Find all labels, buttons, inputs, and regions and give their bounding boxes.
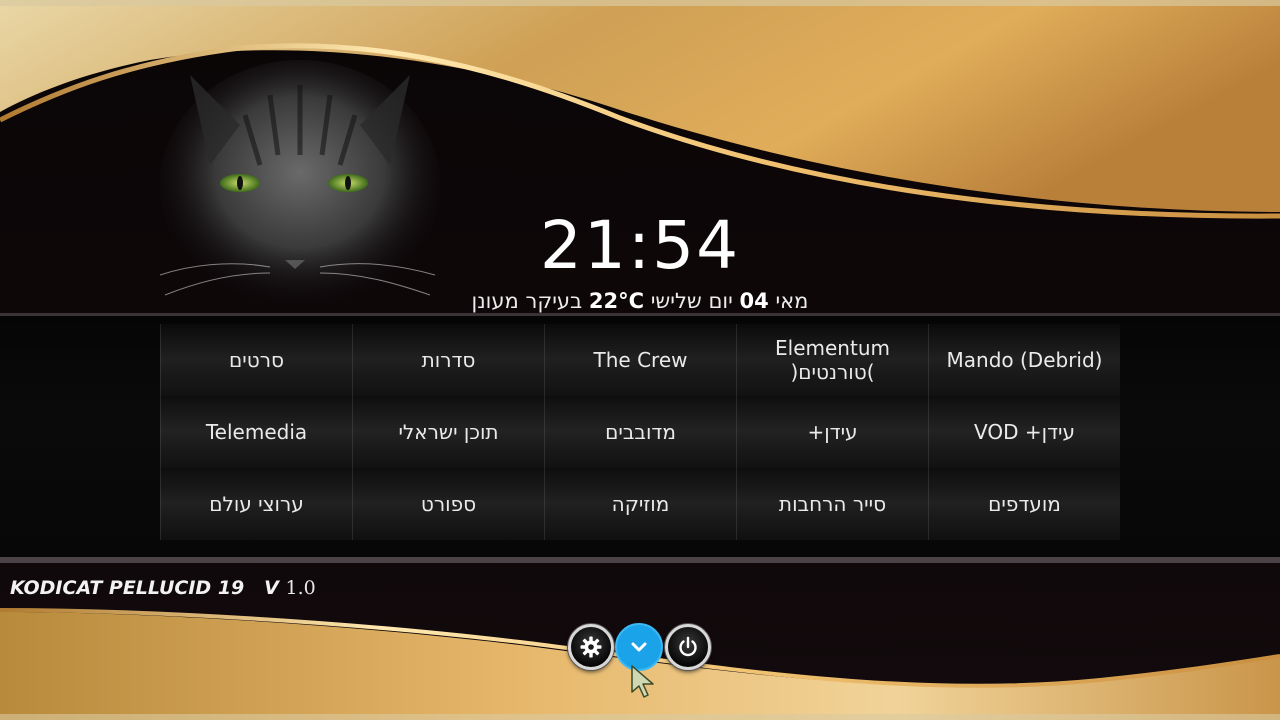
date-weekday: יום שלישי bbox=[650, 289, 733, 313]
date-month: מאי bbox=[775, 289, 809, 313]
clock: 21:54 bbox=[539, 207, 741, 284]
brand-version: 1.0 bbox=[285, 577, 316, 599]
menu-item-elementum[interactable]: Elementum (טורנטים) bbox=[736, 324, 928, 396]
weather-condition: בעיקר מעונן bbox=[471, 289, 583, 313]
menu-item-dubbed[interactable]: מדובבים bbox=[544, 396, 736, 468]
skin-brand-label: KODICAT PELLUCID 19 V 1.0 bbox=[10, 577, 316, 599]
date-day: 04 bbox=[739, 289, 769, 313]
menu-item-sport[interactable]: ספורט bbox=[352, 468, 544, 540]
main-menu-grid: Mando (Debrid) Elementum (טורנטים) The C… bbox=[160, 324, 1120, 540]
menu-item-israeli-content[interactable]: תוכן ישראלי bbox=[352, 396, 544, 468]
menu-item-music[interactable]: מוזיקה bbox=[544, 468, 736, 540]
menu-item-mando[interactable]: Mando (Debrid) bbox=[928, 324, 1120, 396]
menu-item-addon-explorer[interactable]: סייר הרחבות bbox=[736, 468, 928, 540]
power-button[interactable] bbox=[665, 624, 711, 670]
chevron-down-icon bbox=[631, 642, 647, 652]
menu-item-world-channels[interactable]: ערוצי עולם bbox=[160, 468, 352, 540]
menu-item-eden-plus-vod[interactable]: עידן+ VOD bbox=[928, 396, 1120, 468]
date-weather-line: מאי 04 יום שלישי 22°C בעיקר מעונן bbox=[0, 286, 1280, 316]
menu-item-eden-plus[interactable]: עידן+ bbox=[736, 396, 928, 468]
menu-item-favourites[interactable]: מועדפים bbox=[928, 468, 1120, 540]
brand-name: KODICAT PELLUCID 19 bbox=[10, 577, 245, 599]
settings-button[interactable] bbox=[568, 624, 614, 670]
home-screen: 21:54 מאי 04 יום שלישי 22°C בעיקר מעונן … bbox=[0, 0, 1280, 720]
menu-item-the-crew[interactable]: The Crew bbox=[544, 324, 736, 396]
weather-temperature: 22°C bbox=[588, 289, 645, 313]
brand-version-prefix: V bbox=[264, 577, 279, 599]
menu-item-movies[interactable]: סרטים bbox=[160, 324, 352, 396]
menu-item-series[interactable]: סדרות bbox=[352, 324, 544, 396]
mouse-cursor-icon bbox=[631, 665, 654, 698]
power-icon bbox=[679, 636, 697, 657]
menu-item-telemedia[interactable]: Telemedia bbox=[160, 396, 352, 468]
gear-icon bbox=[580, 636, 602, 658]
